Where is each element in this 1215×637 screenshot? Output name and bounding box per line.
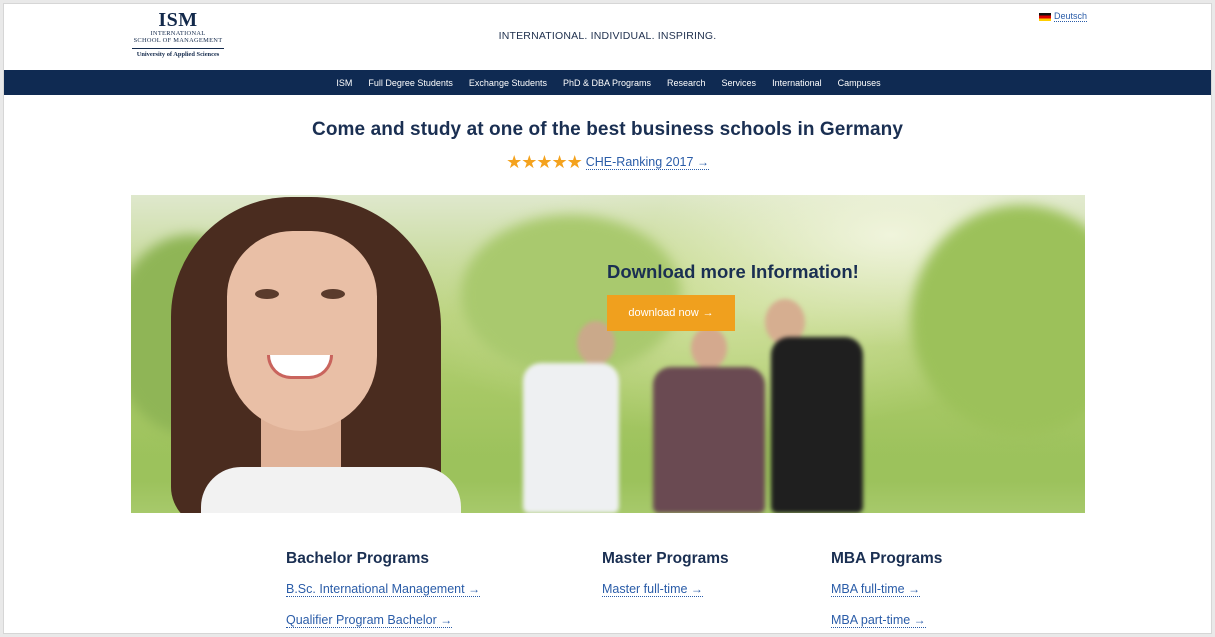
- nav-item-ism[interactable]: ISM: [336, 78, 352, 88]
- nav-item-full-degree-students[interactable]: Full Degree Students: [368, 78, 453, 88]
- arrow-right-icon: →: [440, 613, 453, 627]
- header: ISM INTERNATIONAL SCHOOL OF MANAGEMENT U…: [4, 4, 1211, 70]
- logo-line-3: University of Applied Sciences: [136, 50, 220, 58]
- arrow-right-icon: →: [702, 307, 714, 319]
- che-ranking-label: CHE-Ranking 2017: [585, 154, 694, 169]
- download-now-button[interactable]: download now →: [607, 295, 735, 331]
- program-link-label: Qualifier Program Bachelor: [286, 613, 437, 627]
- nav-item-phd-dba-programs[interactable]: PhD & DBA Programs: [563, 78, 651, 88]
- mba-programs: MBA Programs MBA full-time → MBA part-ti…: [831, 550, 943, 628]
- arrow-right-icon: →: [690, 582, 703, 596]
- program-link-label: MBA full-time: [831, 582, 905, 596]
- download-now-label: download now: [628, 307, 699, 319]
- arrow-right-icon: →: [696, 154, 709, 169]
- hero-title: Download more Information!: [607, 261, 859, 282]
- program-link[interactable]: Qualifier Program Bachelor →: [286, 613, 453, 628]
- hero-cta: Download more Information! download now …: [607, 261, 859, 331]
- che-ranking-link[interactable]: CHE-Ranking 2017 →: [585, 154, 709, 170]
- page-headline: Come and study at one of the best busine…: [312, 119, 903, 140]
- program-link[interactable]: B.Sc. International Management →: [286, 582, 481, 597]
- nav-item-campuses[interactable]: Campuses: [838, 78, 881, 88]
- arrow-right-icon: →: [468, 582, 481, 596]
- logo-main: ISM: [158, 9, 198, 31]
- column-title: Master Programs: [602, 550, 729, 567]
- column-title: MBA Programs: [831, 550, 943, 567]
- ranking-row: ★★★★★ CHE-Ranking 2017 →: [4, 153, 1211, 171]
- language-label: Deutsch: [1054, 11, 1088, 22]
- nav-item-services[interactable]: Services: [722, 78, 757, 88]
- nav-item-research[interactable]: Research: [667, 78, 706, 88]
- main-nav: ISM Full Degree Students Exchange Studen…: [4, 70, 1211, 95]
- logo-divider: [132, 47, 224, 49]
- language-switch[interactable]: Deutsch: [1039, 11, 1088, 22]
- nav-item-exchange-students[interactable]: Exchange Students: [469, 78, 547, 88]
- program-link[interactable]: MBA part-time →: [831, 613, 926, 628]
- background-foliage: [911, 205, 1085, 435]
- nav-item-international[interactable]: International: [772, 78, 822, 88]
- column-title: Bachelor Programs: [286, 550, 429, 567]
- program-link-label: Master full-time: [602, 582, 688, 596]
- arrow-right-icon: →: [913, 613, 926, 627]
- tagline: INTERNATIONAL. INDIVIDUAL. INSPIRING.: [498, 30, 717, 42]
- program-link[interactable]: MBA full-time →: [831, 582, 921, 597]
- program-link[interactable]: Master full-time →: [602, 582, 703, 597]
- program-link-label: B.Sc. International Management: [286, 582, 465, 596]
- browser-page: ISM INTERNATIONAL SCHOOL OF MANAGEMENT U…: [3, 3, 1212, 634]
- arrow-right-icon: →: [908, 582, 921, 596]
- hero-banner: Download more Information! download now …: [131, 195, 1085, 513]
- bachelor-programs: Bachelor Programs B.Sc. International Ma…: [286, 550, 481, 628]
- program-link-label: MBA part-time: [831, 613, 911, 627]
- star-rating-icon: ★★★★★: [506, 152, 583, 172]
- german-flag-icon: [1039, 12, 1051, 21]
- master-programs: Master Programs Master full-time →: [602, 550, 729, 597]
